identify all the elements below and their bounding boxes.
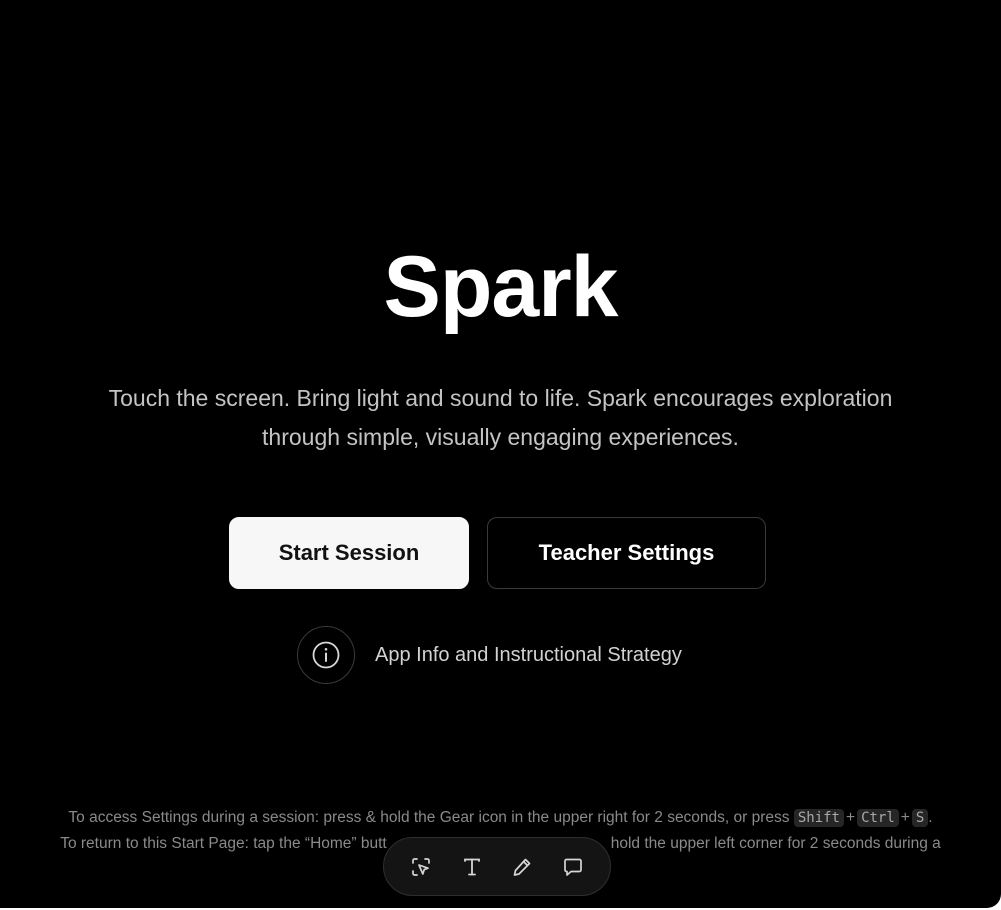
app-window: Spark Touch the screen. Bring light and … — [0, 0, 1001, 908]
info-icon[interactable] — [297, 626, 355, 684]
tagline-line-2: through simple, visually engaging experi… — [262, 424, 739, 450]
footer-line-1: To access Settings during a session: pre… — [0, 805, 1001, 831]
footer-period: . — [928, 809, 933, 826]
footer-settings-text: To access Settings during a session: pre… — [68, 809, 790, 826]
key-ctrl: Ctrl — [857, 809, 899, 827]
key-plus: + — [900, 809, 910, 826]
comment-icon[interactable] — [555, 849, 591, 885]
app-info-link[interactable]: App Info and Instructional Strategy — [297, 625, 682, 685]
page-title: Spark — [383, 239, 618, 335]
key-plus: + — [846, 809, 856, 826]
teacher-settings-button[interactable]: Teacher Settings — [487, 517, 766, 589]
footer-home-tail: hold the upper left corner for 2 seconds… — [610, 835, 941, 852]
pencil-icon[interactable] — [504, 849, 540, 885]
app-info-label: App Info and Instructional Strategy — [375, 643, 682, 666]
key-shift: Shift — [793, 809, 844, 827]
text-icon[interactable] — [454, 849, 490, 885]
floating-toolbar — [383, 837, 611, 896]
tagline-line-1: Touch the screen. Bring light and sound … — [108, 385, 893, 411]
footer-home-text: To return to this Start Page: tap the “H… — [60, 835, 387, 852]
start-session-button[interactable]: Start Session — [229, 517, 469, 589]
tagline: Touch the screen. Bring light and sound … — [80, 379, 921, 457]
select-icon[interactable] — [403, 849, 439, 885]
key-s: S — [911, 809, 929, 827]
